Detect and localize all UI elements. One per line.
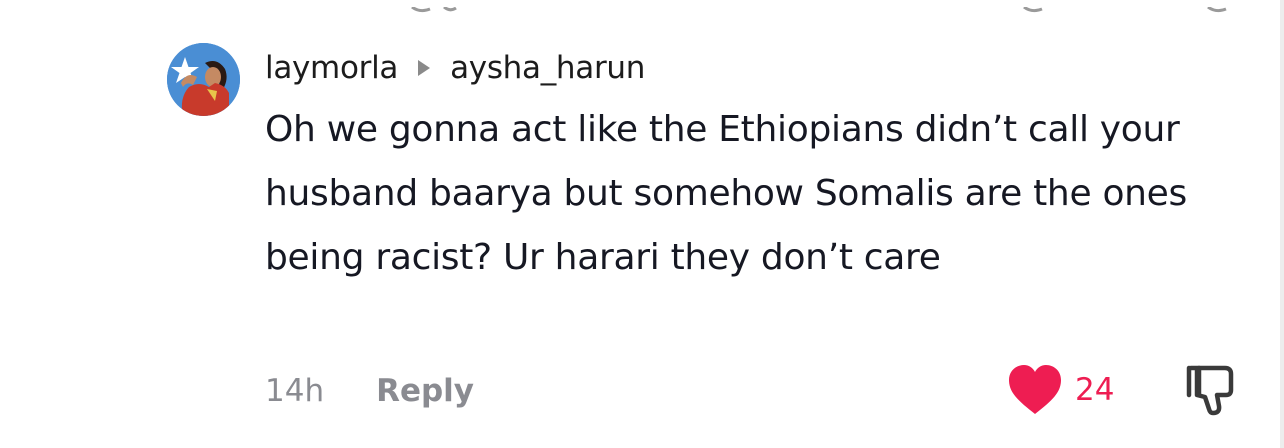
like-button[interactable]: 24 bbox=[1007, 364, 1114, 416]
reply-button[interactable]: Reply bbox=[376, 373, 474, 409]
comment-item: laymorla aysha_harun Oh we gonna act lik… bbox=[0, 0, 1284, 448]
reply-to-username[interactable]: aysha_harun bbox=[450, 50, 645, 86]
dislike-button[interactable] bbox=[1185, 364, 1237, 416]
comment-meta: 14h Reply bbox=[265, 368, 474, 414]
like-count: 24 bbox=[1075, 372, 1115, 408]
timestamp: 14h bbox=[265, 373, 325, 409]
avatar[interactable] bbox=[167, 43, 240, 116]
username[interactable]: laymorla bbox=[265, 50, 398, 86]
comment-header: laymorla aysha_harun bbox=[265, 48, 645, 88]
heart-icon bbox=[1009, 365, 1061, 414]
thumbs-down-icon bbox=[1186, 365, 1234, 416]
reply-arrow-icon bbox=[418, 60, 431, 76]
comment-text: Oh we gonna act like the Ethiopians didn… bbox=[265, 109, 1187, 278]
